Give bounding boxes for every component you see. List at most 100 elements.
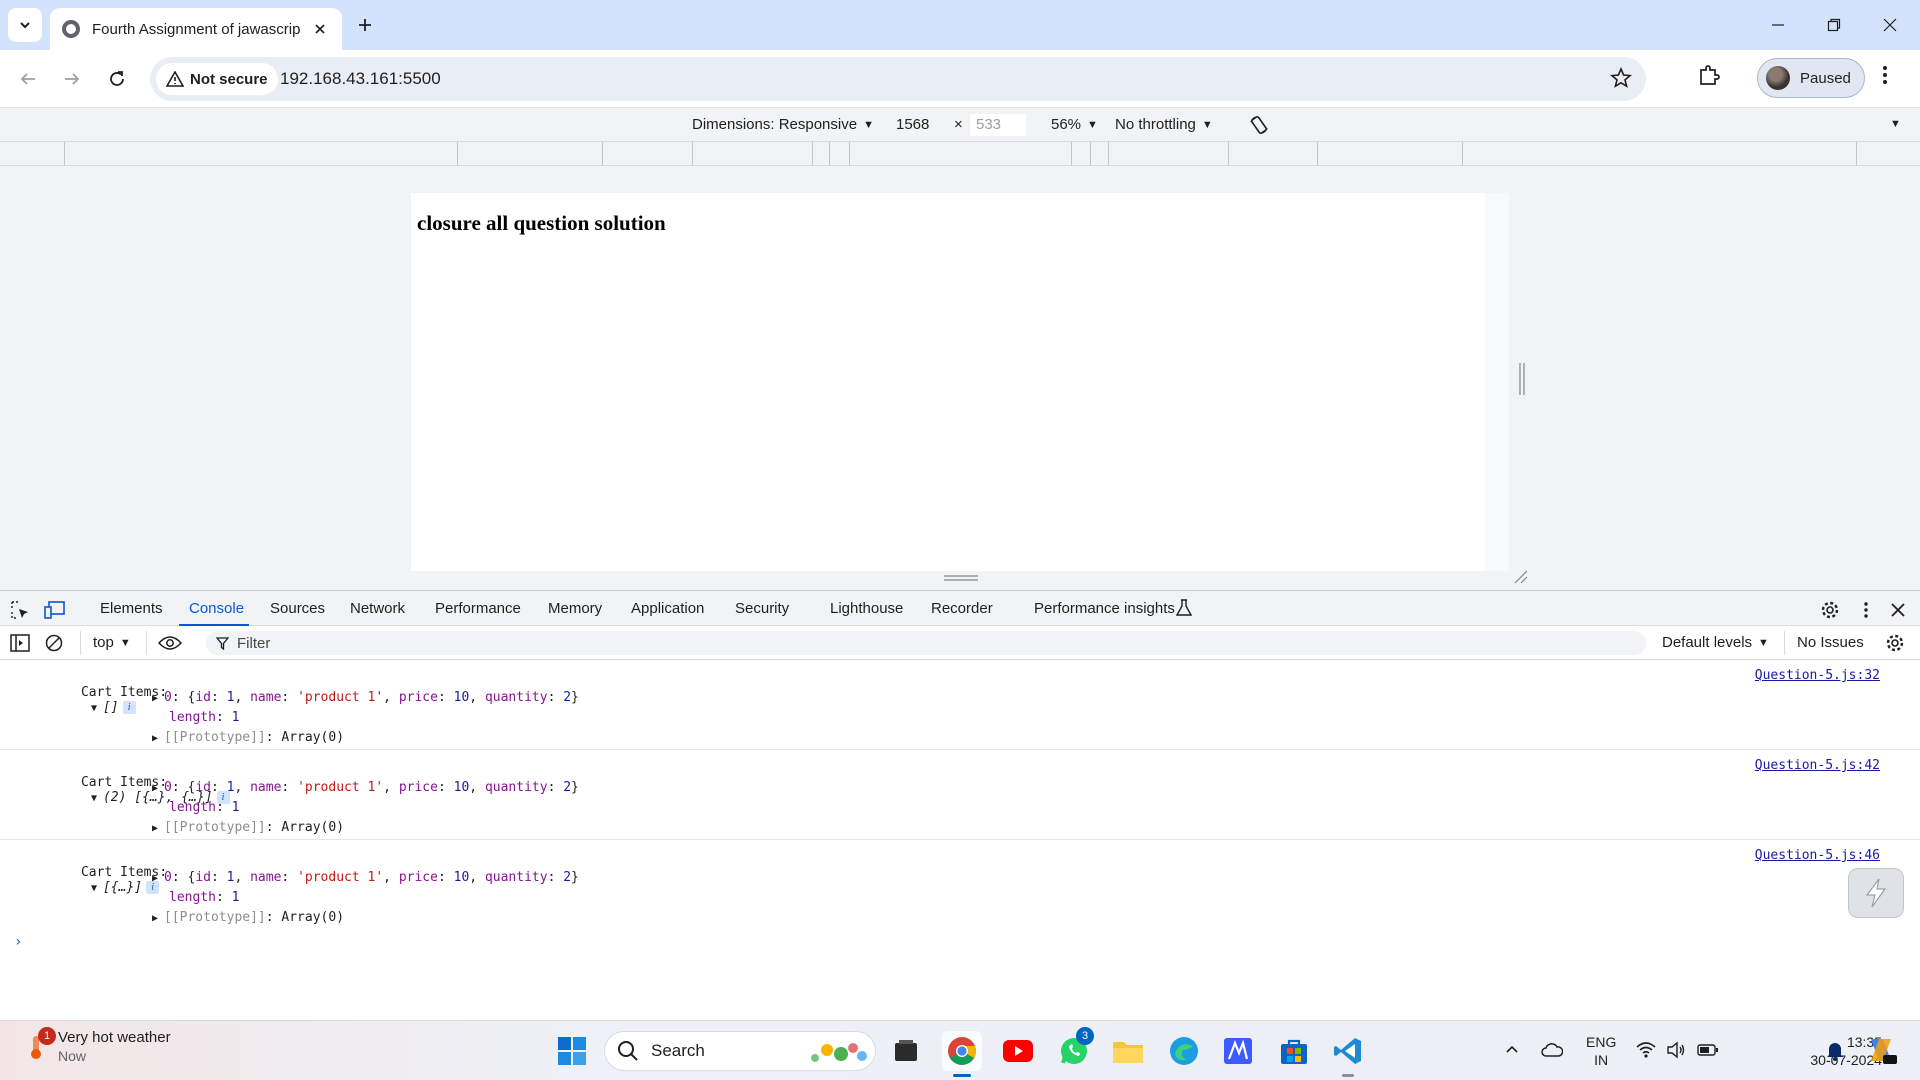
- floating-assistant-button[interactable]: [1848, 868, 1904, 918]
- issues-button[interactable]: No Issues: [1797, 634, 1864, 651]
- tab-sources[interactable]: Sources: [270, 600, 325, 617]
- expand-triangle-icon[interactable]: ▶: [152, 823, 164, 834]
- source-link[interactable]: Question-5.js:42: [1755, 758, 1880, 773]
- tab-network[interactable]: Network: [350, 600, 405, 617]
- folder-icon: [1113, 1042, 1143, 1063]
- tab-recorder[interactable]: Recorder: [931, 600, 993, 617]
- info-icon[interactable]: i: [122, 701, 136, 714]
- tab-application[interactable]: Application: [631, 600, 704, 617]
- forward-button[interactable]: [56, 63, 88, 95]
- start-button[interactable]: [552, 1031, 592, 1071]
- new-tab-button[interactable]: [352, 12, 378, 38]
- vscode-icon: [1334, 1038, 1361, 1064]
- window-close-button[interactable]: [1862, 0, 1918, 50]
- height-input[interactable]: 533: [970, 114, 1026, 136]
- reload-icon: [110, 71, 124, 86]
- security-indicator[interactable]: Not secure: [156, 63, 278, 95]
- clear-console-button[interactable]: [45, 634, 63, 652]
- language-indicator[interactable]: ENG IN: [1586, 1033, 1616, 1069]
- context-selector[interactable]: top ▼: [93, 634, 131, 651]
- extensions-button[interactable]: [1697, 63, 1721, 87]
- taskbar-search-box[interactable]: Search: [604, 1031, 876, 1071]
- zoom-dropdown[interactable]: 56% ▼: [1051, 116, 1098, 133]
- tab-performance[interactable]: Performance: [435, 600, 521, 617]
- inspect-element-button[interactable]: [9, 599, 31, 621]
- source-link[interactable]: Question-5.js:46: [1755, 848, 1880, 863]
- volume-icon[interactable]: [1666, 1041, 1686, 1059]
- show-hidden-icons-button[interactable]: [1504, 1041, 1520, 1057]
- url-text[interactable]: 192.168.43.161:5500: [280, 69, 441, 89]
- onedrive-icon[interactable]: [1541, 1041, 1563, 1059]
- address-bar[interactable]: Not secure 192.168.43.161:5500: [150, 57, 1646, 101]
- devtools-close-button[interactable]: [1887, 599, 1909, 621]
- close-tab-button[interactable]: [310, 19, 330, 39]
- devtools-settings-button[interactable]: [1819, 599, 1841, 621]
- tab-lighthouse[interactable]: Lighthouse: [830, 600, 903, 617]
- expand-triangle-icon[interactable]: ▶: [152, 873, 164, 884]
- battery-icon[interactable]: [1697, 1041, 1719, 1059]
- security-label: Not secure: [190, 70, 268, 88]
- copilot-icon[interactable]: [1865, 1035, 1897, 1065]
- live-expression-button[interactable]: [158, 635, 182, 651]
- browser-toolbar: Not secure 192.168.43.161:5500: [0, 50, 1920, 108]
- tab-memory[interactable]: Memory: [548, 600, 602, 617]
- bookmark-button[interactable]: [1610, 67, 1632, 89]
- device-toolbar-more-icon[interactable]: ▼: [1890, 118, 1901, 130]
- back-button[interactable]: [12, 63, 44, 95]
- tab-security[interactable]: Security: [735, 600, 789, 617]
- resize-handle-right[interactable]: [1518, 363, 1526, 395]
- log-levels-dropdown[interactable]: Default levels ▼: [1662, 634, 1769, 651]
- throttling-dropdown[interactable]: No throttling ▼: [1115, 116, 1213, 133]
- restore-button[interactable]: [1806, 0, 1862, 50]
- width-input[interactable]: 1568: [890, 114, 935, 136]
- sidebar-toggle[interactable]: [10, 634, 30, 652]
- caret-down-icon: ▼: [119, 636, 131, 649]
- taskbar-app-file-explorer[interactable]: [1108, 1031, 1148, 1071]
- resize-handle-bottom[interactable]: [944, 574, 978, 582]
- profile-button[interactable]: Paused: [1757, 58, 1865, 98]
- browser-tab[interactable]: Fourth Assignment of jawascrip: [50, 8, 342, 50]
- rotate-button[interactable]: [1248, 114, 1270, 136]
- reload-button[interactable]: [101, 63, 133, 95]
- expand-triangle-icon[interactable]: ▼: [91, 793, 103, 804]
- expand-triangle-icon[interactable]: ▶: [152, 693, 164, 704]
- media-query-ruler[interactable]: [0, 142, 1920, 166]
- filter-icon: [216, 636, 229, 650]
- minimize-button[interactable]: [1750, 0, 1806, 50]
- taskbar-app-chrome[interactable]: [942, 1031, 982, 1077]
- taskbar-app-whatsapp[interactable]: 3: [1054, 1027, 1094, 1071]
- expand-triangle-icon[interactable]: ▼: [91, 883, 103, 894]
- source-link[interactable]: Question-5.js:32: [1755, 668, 1880, 683]
- weather-widget[interactable]: 1 Very hot weather Now: [24, 1027, 171, 1064]
- expand-triangle-icon[interactable]: ▶: [152, 733, 164, 744]
- taskbar-app-edge[interactable]: [1164, 1031, 1204, 1071]
- tab-performance-insights[interactable]: Performance insights: [1034, 600, 1175, 617]
- weather-badge: 1: [38, 1027, 56, 1045]
- block-icon: [45, 634, 63, 652]
- expand-triangle-icon[interactable]: ▶: [152, 913, 164, 924]
- resize-handle-corner[interactable]: [1512, 568, 1528, 584]
- notification-bell-icon[interactable]: [1826, 1041, 1844, 1061]
- console-output: Cart Items: ▼[] i ▶ 0: {id: 1, name: 'prod…: [0, 660, 1920, 1020]
- tab-search-button[interactable]: [8, 8, 42, 42]
- console-settings-button[interactable]: [1885, 633, 1905, 653]
- taskbar-app-visual-studio[interactable]: [1218, 1031, 1258, 1071]
- tab-console[interactable]: Console: [189, 600, 244, 617]
- console-prompt[interactable]: ›: [14, 934, 22, 950]
- star-icon: [1610, 67, 1632, 88]
- device-toolbar-toggle[interactable]: [44, 599, 66, 621]
- taskbar-app-store[interactable]: [1274, 1031, 1314, 1071]
- expand-triangle-icon[interactable]: ▶: [152, 783, 164, 794]
- console-filter-input[interactable]: Filter: [206, 631, 1646, 655]
- taskbar-app-youtube[interactable]: [998, 1031, 1038, 1071]
- wifi-icon[interactable]: [1636, 1041, 1656, 1059]
- expand-triangle-icon[interactable]: ▼: [91, 703, 103, 714]
- key-price: price: [398, 870, 438, 885]
- dimensions-dropdown[interactable]: Dimensions: Responsive ▼: [692, 116, 874, 133]
- tab-elements[interactable]: Elements: [100, 600, 163, 617]
- browser-menu-button[interactable]: [1881, 64, 1889, 86]
- devtools-menu-button[interactable]: [1855, 599, 1877, 621]
- taskbar-app-vscode[interactable]: [1328, 1031, 1368, 1077]
- page-scrollbar[interactable]: [1485, 193, 1509, 571]
- taskbar-app-task-view[interactable]: [886, 1031, 926, 1071]
